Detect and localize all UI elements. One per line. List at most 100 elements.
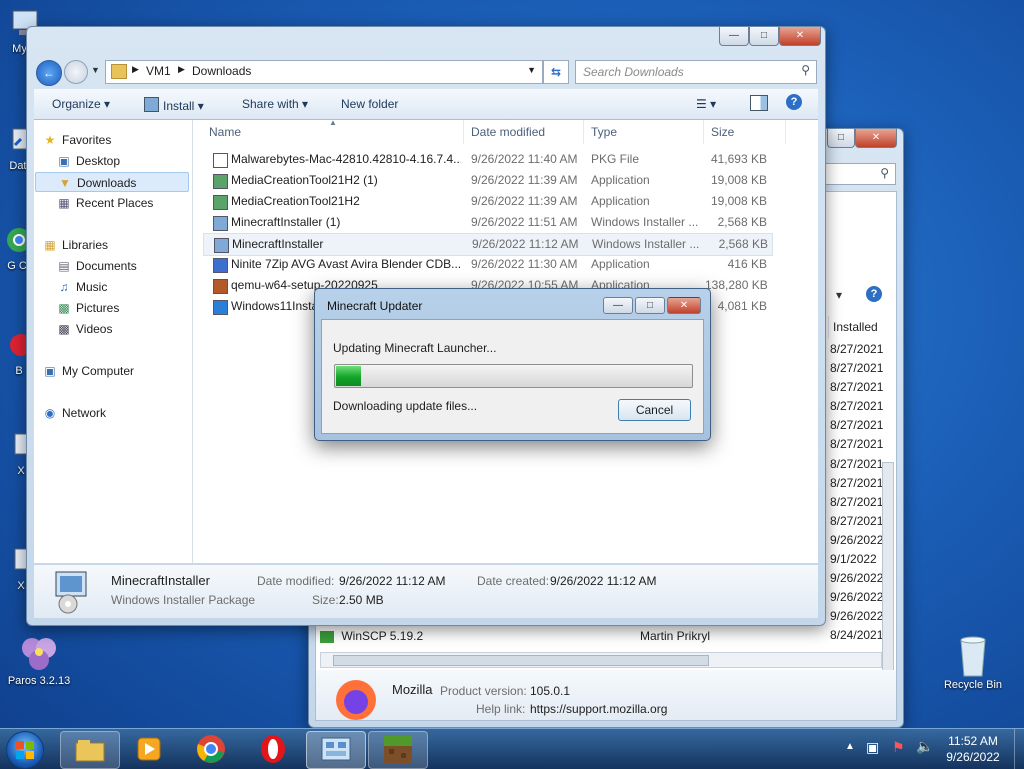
file-name: MediaCreationTool21H2 (1) bbox=[231, 173, 378, 187]
explorer-maximize-button[interactable]: □ bbox=[749, 27, 779, 46]
file-name: Ninite 7Zip AVG Avast Avira Blender CDB.… bbox=[231, 257, 461, 271]
show-desktop-button[interactable] bbox=[1014, 729, 1024, 769]
nav-music[interactable]: ♫ Music bbox=[56, 277, 108, 297]
programs-hscroll[interactable] bbox=[320, 652, 882, 668]
control-panel-icon bbox=[321, 737, 351, 761]
nav-desktop[interactable]: ▣ Desktop bbox=[56, 151, 120, 171]
clock[interactable]: 11:52 AM 9/26/2022 bbox=[940, 733, 1006, 765]
action-center-icon[interactable]: ⚑ bbox=[892, 739, 905, 756]
file-row[interactable]: Malwarebytes-Mac-42810.42810-4.16.7.4...… bbox=[193, 149, 818, 170]
help-icon[interactable]: ? bbox=[786, 94, 802, 110]
installed-date: 8/27/2021 bbox=[830, 475, 884, 490]
dialog-close-button[interactable]: ✕ bbox=[667, 297, 701, 314]
column-headers: Name ▲ Date modified Type Size bbox=[193, 118, 818, 144]
nav-pictures[interactable]: ▩ Pictures bbox=[56, 298, 119, 318]
update-progress-bar bbox=[334, 364, 693, 388]
programs-maximize-button[interactable]: □ bbox=[827, 129, 855, 148]
taskbar-media-player[interactable] bbox=[120, 731, 178, 767]
music-icon: ♫ bbox=[59, 280, 69, 294]
column-date-modified[interactable]: Date modified bbox=[465, 120, 584, 144]
back-button[interactable]: ← bbox=[36, 60, 62, 86]
tray-expand-icon[interactable]: ▲ bbox=[845, 741, 855, 752]
programs-vscroll[interactable] bbox=[882, 462, 894, 694]
network-tray-icon[interactable]: ▣ bbox=[866, 739, 879, 756]
taskbar-opera[interactable] bbox=[244, 731, 302, 767]
file-type: Windows Installer ... bbox=[591, 215, 699, 229]
start-button[interactable] bbox=[6, 731, 44, 769]
file-size: 41,693 KB bbox=[710, 152, 767, 166]
dialog-minimize-button[interactable]: — bbox=[603, 297, 633, 314]
chrome-icon bbox=[197, 735, 225, 763]
nav-documents[interactable]: ▤ Documents bbox=[56, 256, 136, 276]
breadcrumb-downloads[interactable]: Downloads bbox=[192, 64, 251, 78]
preview-pane-icon[interactable] bbox=[750, 95, 768, 111]
new-folder-button[interactable]: New folder bbox=[341, 97, 398, 111]
minecraft-updater-dialog: Minecraft Updater — □ ✕ Updating Minecra… bbox=[314, 288, 711, 441]
file-type: Application bbox=[591, 257, 650, 271]
file-row[interactable]: MinecraftInstaller 9/26/2022 11:12 AM Wind… bbox=[203, 233, 773, 256]
file-row[interactable]: MediaCreationTool21H2 (1) 9/26/2022 11:39… bbox=[193, 170, 818, 191]
dialog-body: Updating Minecraft Launcher... Downloadi… bbox=[321, 319, 704, 434]
forward-button[interactable] bbox=[64, 60, 88, 84]
programs-view-chevron-icon[interactable]: ▾ bbox=[836, 288, 842, 302]
file-size: 2,568 KB bbox=[718, 237, 768, 251]
recycle-bin-icon bbox=[960, 636, 986, 677]
address-bar[interactable]: ▶ VM1 ▶ Downloads ▼ bbox=[105, 60, 543, 84]
folder-icon bbox=[111, 64, 127, 79]
nav-downloads[interactable]: ▼ Downloads bbox=[35, 172, 189, 192]
share-with-button[interactable]: Share with ▾ bbox=[242, 97, 308, 111]
programs-help-icon[interactable]: ? bbox=[866, 286, 882, 302]
file-row[interactable]: Ninite 7Zip AVG Avast Avira Blender CDB.… bbox=[193, 254, 818, 275]
programs-close-button[interactable]: ✕ bbox=[855, 129, 897, 148]
column-size[interactable]: Size bbox=[705, 120, 786, 144]
installed-date: 8/27/2021 bbox=[830, 437, 884, 452]
organize-button[interactable]: Organize ▾ bbox=[52, 97, 110, 111]
file-row[interactable]: MinecraftInstaller (1) 9/26/2022 11:51 AM… bbox=[193, 212, 818, 233]
file-icon bbox=[214, 238, 229, 253]
selected-program-name: Mozilla bbox=[392, 682, 433, 697]
programs-search-box[interactable]: ⚲ bbox=[824, 163, 896, 185]
nav-recent-places[interactable]: ▦ Recent Places bbox=[56, 193, 153, 213]
command-bar: Organize ▾ Install ▾ Share with ▾ New fo… bbox=[34, 89, 818, 120]
taskbar-minecraft[interactable] bbox=[368, 731, 428, 769]
clock-date: 9/26/2022 bbox=[946, 750, 1000, 764]
nav-network[interactable]: ◉ Network bbox=[42, 403, 106, 423]
details-file-type: Windows Installer Package bbox=[111, 593, 256, 607]
breadcrumb-vm1[interactable]: VM1 bbox=[146, 64, 171, 78]
search-downloads-input[interactable]: Search Downloads ⚲ bbox=[575, 60, 817, 84]
cancel-button[interactable]: Cancel bbox=[618, 399, 691, 421]
pictures-icon: ▩ bbox=[58, 301, 70, 315]
refresh-button[interactable]: ⇆ bbox=[543, 60, 569, 84]
file-size: 19,008 KB bbox=[710, 173, 767, 187]
explorer-close-button[interactable]: ✕ bbox=[779, 27, 821, 46]
address-dropdown-icon[interactable]: ▼ bbox=[527, 65, 536, 75]
file-icon bbox=[213, 279, 228, 294]
recent-pages-chevron-icon[interactable]: ▼ bbox=[91, 65, 100, 75]
nav-videos[interactable]: ▩ Videos bbox=[56, 319, 112, 339]
column-type[interactable]: Type bbox=[585, 120, 704, 144]
file-row[interactable]: MediaCreationTool21H2 9/26/2022 11:39 AM A… bbox=[193, 191, 818, 212]
taskbar-explorer[interactable] bbox=[60, 731, 120, 769]
minecraft-icon bbox=[384, 736, 412, 764]
help-link[interactable]: https://support.mozilla.org bbox=[530, 702, 667, 716]
nav-my-computer[interactable]: ▣ My Computer bbox=[42, 361, 134, 381]
taskbar-chrome[interactable] bbox=[182, 731, 240, 767]
dialog-maximize-button[interactable]: □ bbox=[635, 297, 665, 314]
taskbar-control-panel[interactable] bbox=[306, 731, 366, 769]
install-button[interactable]: Install ▾ bbox=[144, 97, 204, 113]
desktop-icon-paros[interactable]: Paros 3.2.13 bbox=[4, 630, 74, 687]
dialog-title: Minecraft Updater bbox=[327, 299, 423, 313]
explorer-minimize-button[interactable]: — bbox=[719, 27, 749, 46]
volume-icon[interactable]: 🔈 bbox=[916, 738, 933, 755]
installed-date: 8/27/2021 bbox=[830, 494, 884, 509]
desktop-icon-recycle-bin[interactable]: Recycle Bin bbox=[938, 632, 1008, 691]
installed-column-header[interactable]: Installed bbox=[828, 316, 893, 338]
nav-libraries[interactable]: ▦ Libraries bbox=[42, 235, 108, 255]
taskbar: ▲ ▣ ⚑ 🔈 11:52 AM 9/26/2022 bbox=[0, 728, 1024, 769]
file-icon bbox=[213, 258, 228, 273]
nav-favorites[interactable]: ★ Favorites bbox=[42, 130, 112, 150]
change-view-icon[interactable]: ☰ ▾ bbox=[696, 97, 716, 111]
winscp-row[interactable]: WinSCP 5.19.2 Martin Prikryl bbox=[320, 626, 880, 646]
installed-date: 8/27/2021 bbox=[830, 513, 884, 528]
clock-time: 11:52 AM bbox=[948, 734, 998, 748]
